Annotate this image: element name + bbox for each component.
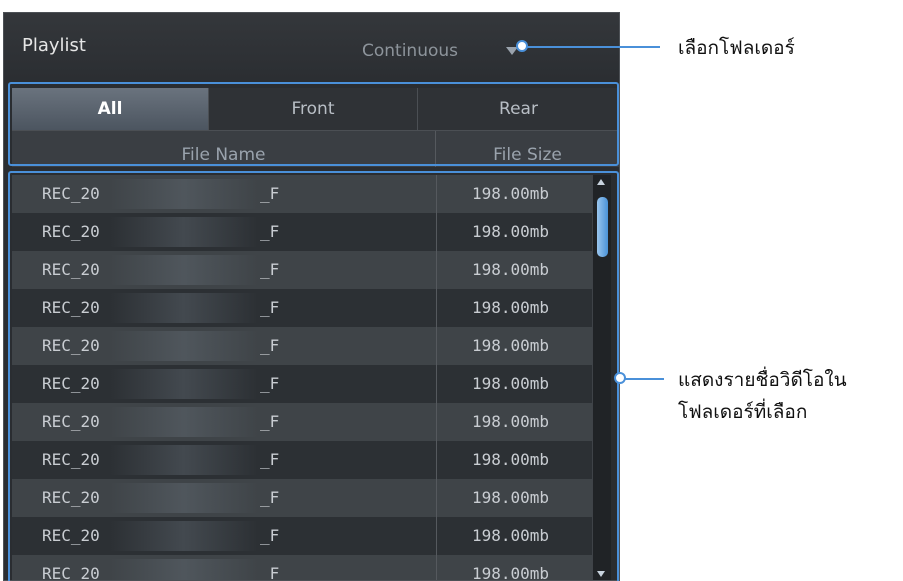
file-name-suffix: _F bbox=[260, 298, 280, 317]
playback-mode-dropdown[interactable]: Continuous bbox=[362, 41, 458, 61]
redacted-timestamp bbox=[110, 521, 258, 551]
file-name-suffix: _F bbox=[260, 564, 280, 581]
file-name-prefix: REC_20 bbox=[42, 374, 100, 393]
file-name-suffix: _F bbox=[260, 184, 280, 203]
redacted-timestamp bbox=[110, 217, 258, 247]
tab-front[interactable]: Front bbox=[209, 88, 418, 130]
file-row[interactable]: REC_20 _F 198.00mb bbox=[12, 289, 592, 327]
redacted-timestamp bbox=[110, 369, 258, 399]
video-list-label-line2: โฟลเดอร์ที่เลือก bbox=[678, 401, 808, 423]
scroll-up-icon[interactable] bbox=[597, 179, 605, 185]
redacted-timestamp bbox=[110, 445, 258, 475]
column-header-file-name[interactable]: File Name bbox=[12, 131, 436, 167]
folder-callout-line bbox=[524, 46, 660, 48]
folder-select-label: เลือกโฟลเดอร์ bbox=[678, 37, 795, 59]
folder-tabs: All Front Rear bbox=[12, 88, 619, 130]
file-name-prefix: REC_20 bbox=[42, 298, 100, 317]
file-size: 198.00mb bbox=[472, 374, 550, 393]
column-divider bbox=[436, 403, 437, 441]
file-size: 198.00mb bbox=[472, 488, 550, 507]
tab-all[interactable]: All bbox=[12, 88, 209, 130]
file-name-suffix: _F bbox=[260, 488, 280, 507]
file-row[interactable]: REC_20 _F 198.00mb bbox=[12, 403, 592, 441]
redacted-timestamp bbox=[110, 293, 258, 323]
file-name-suffix: _F bbox=[260, 222, 280, 241]
file-size: 198.00mb bbox=[472, 184, 550, 203]
column-divider bbox=[436, 175, 437, 213]
file-name-suffix: _F bbox=[260, 260, 280, 279]
file-size: 198.00mb bbox=[472, 222, 550, 241]
column-header-file-size[interactable]: File Size bbox=[436, 131, 619, 167]
file-row[interactable]: REC_20 _F 198.00mb bbox=[12, 555, 592, 581]
file-name-suffix: _F bbox=[260, 336, 280, 355]
redacted-timestamp bbox=[110, 331, 258, 361]
file-row[interactable]: REC_20 _F 198.00mb bbox=[12, 441, 592, 479]
column-divider bbox=[436, 289, 437, 327]
file-name-prefix: REC_20 bbox=[42, 450, 100, 469]
file-name-prefix: REC_20 bbox=[42, 336, 100, 355]
file-name-suffix: _F bbox=[260, 374, 280, 393]
file-row[interactable]: REC_20 _F 198.00mb bbox=[12, 365, 592, 403]
file-size: 198.00mb bbox=[472, 526, 550, 545]
scroll-down-icon[interactable] bbox=[597, 571, 605, 577]
redacted-timestamp bbox=[110, 255, 258, 285]
file-name-prefix: REC_20 bbox=[42, 488, 100, 507]
file-size: 198.00mb bbox=[472, 336, 550, 355]
file-row[interactable]: REC_20 _F 198.00mb bbox=[12, 327, 592, 365]
column-divider bbox=[436, 555, 437, 580]
list-scrollbar[interactable] bbox=[592, 175, 611, 580]
column-divider bbox=[436, 251, 437, 289]
redacted-timestamp bbox=[110, 179, 258, 209]
file-row[interactable]: REC_20 _F 198.00mb bbox=[12, 251, 592, 289]
file-row[interactable]: REC_20 _F 198.00mb bbox=[12, 479, 592, 517]
playlist-title: Playlist bbox=[22, 35, 86, 56]
file-name-prefix: REC_20 bbox=[42, 564, 100, 581]
file-size: 198.00mb bbox=[472, 450, 550, 469]
file-name-prefix: REC_20 bbox=[42, 184, 100, 203]
file-row[interactable]: REC_20 _F 198.00mb bbox=[12, 213, 592, 251]
file-size: 198.00mb bbox=[472, 298, 550, 317]
playlist-panel: Playlist Continuous All Front Rear File … bbox=[3, 12, 620, 581]
column-divider bbox=[436, 213, 437, 251]
file-size: 198.00mb bbox=[472, 260, 550, 279]
folder-callout-dot bbox=[516, 40, 528, 52]
file-row[interactable]: REC_20 _F 198.00mb bbox=[12, 175, 592, 213]
column-divider bbox=[436, 365, 437, 403]
file-name-suffix: _F bbox=[260, 412, 280, 431]
redacted-timestamp bbox=[110, 407, 258, 437]
file-size: 198.00mb bbox=[472, 564, 550, 581]
scroll-thumb[interactable] bbox=[597, 197, 608, 257]
file-list: REC_20 _F 198.00mb REC_20 _F 198.00mb RE… bbox=[12, 175, 592, 581]
file-row[interactable]: REC_20 _F 198.00mb bbox=[12, 517, 592, 555]
tab-rear[interactable]: Rear bbox=[418, 88, 619, 130]
file-name-prefix: REC_20 bbox=[42, 222, 100, 241]
redacted-timestamp bbox=[110, 483, 258, 513]
file-name-prefix: REC_20 bbox=[42, 260, 100, 279]
column-headers: File Name File Size bbox=[12, 130, 619, 167]
column-divider bbox=[436, 517, 437, 555]
file-size: 198.00mb bbox=[472, 412, 550, 431]
list-callout-dot bbox=[614, 372, 626, 384]
file-name-suffix: _F bbox=[260, 450, 280, 469]
column-divider bbox=[436, 327, 437, 365]
file-name-suffix: _F bbox=[260, 526, 280, 545]
column-divider bbox=[436, 441, 437, 479]
column-divider bbox=[436, 479, 437, 517]
video-list-label-line1: แสดงรายชื่อวิดีโอใน bbox=[678, 369, 847, 391]
file-name-prefix: REC_20 bbox=[42, 412, 100, 431]
redacted-timestamp bbox=[110, 559, 258, 580]
list-callout-line bbox=[624, 378, 664, 380]
file-name-prefix: REC_20 bbox=[42, 526, 100, 545]
